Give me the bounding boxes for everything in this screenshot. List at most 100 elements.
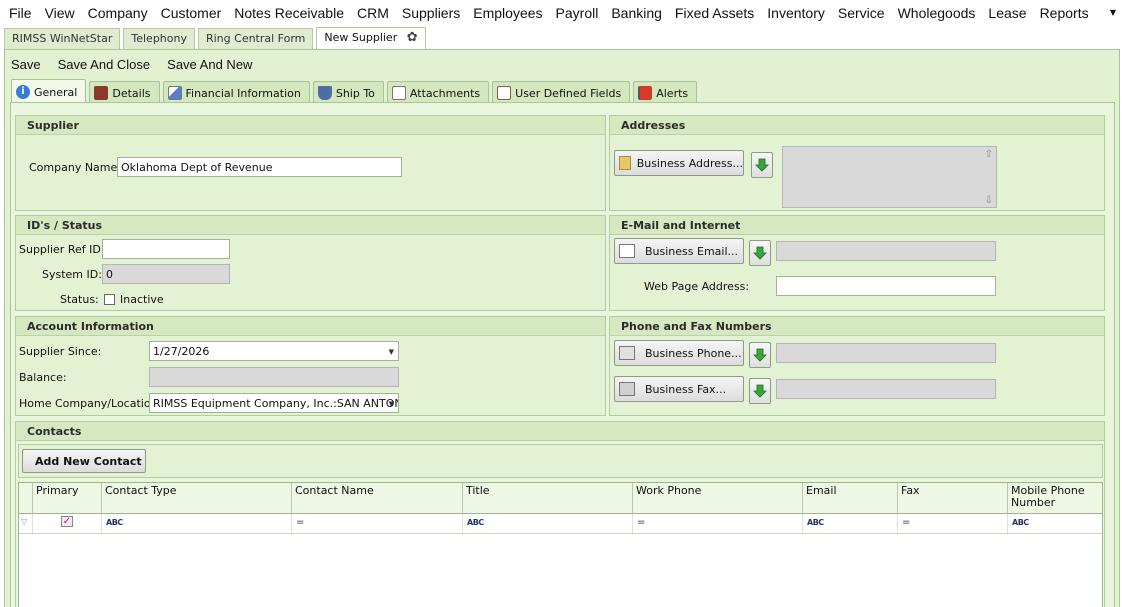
menu-banking[interactable]: Banking: [606, 5, 667, 21]
phone-dropdown-button[interactable]: [749, 342, 771, 368]
menu-notes-receivable[interactable]: Notes Receivable: [229, 5, 349, 21]
supplier-form: Save Save And Close Save And New i Gener…: [4, 49, 1120, 607]
menu-lease[interactable]: Lease: [983, 5, 1031, 21]
chevron-down-icon[interactable]: ▼: [389, 400, 394, 408]
email-internet-group: E-Mail and Internet Business Email... We…: [609, 215, 1105, 311]
contact-name-filter-cell[interactable]: =: [292, 514, 463, 533]
system-id-label: System ID:: [42, 268, 102, 281]
primary-checkbox-cell[interactable]: ✓: [33, 514, 102, 533]
tab-new-supplier[interactable]: New Supplier ✿: [316, 27, 426, 49]
menu-service[interactable]: Service: [833, 5, 890, 21]
column-title[interactable]: Title: [463, 483, 633, 513]
tab-financial-information[interactable]: Financial Information: [162, 81, 310, 102]
web-page-address-input[interactable]: [776, 276, 996, 296]
menu-view[interactable]: View: [40, 5, 80, 21]
contacts-grid-header: Primary Contact Type Contact Name Title …: [19, 483, 1102, 514]
fax-dropdown-button[interactable]: [749, 378, 771, 404]
scroll-down-icon[interactable]: ⇩: [985, 195, 993, 206]
supplier-since-value: 1/27/2026: [153, 345, 210, 358]
menu-suppliers[interactable]: Suppliers: [397, 5, 465, 21]
column-email[interactable]: Email: [803, 483, 898, 513]
menu-employees[interactable]: Employees: [468, 5, 547, 21]
email-dropdown-button[interactable]: [749, 240, 771, 266]
supplier-ref-id-input[interactable]: [102, 239, 230, 259]
column-work-phone[interactable]: Work Phone: [633, 483, 803, 513]
business-phone-label: Business Phone...: [645, 346, 742, 360]
tab-alerts[interactable]: Alerts: [633, 81, 698, 102]
business-phone-button[interactable]: Business Phone...: [614, 340, 744, 366]
column-mobile-phone-number[interactable]: Mobile Phone Number: [1008, 483, 1102, 513]
chevron-down-icon[interactable]: ▼: [389, 348, 394, 356]
tab-details[interactable]: Details: [89, 81, 160, 102]
tab-attachments-label: Attachments: [409, 86, 481, 100]
save-and-new-button[interactable]: Save And New: [167, 57, 252, 75]
menu-reports[interactable]: Reports: [1035, 5, 1094, 21]
account-information-group: Account Information Supplier Since: 1/27…: [15, 316, 606, 416]
mobile-filter-cell[interactable]: ABC: [1008, 514, 1102, 533]
column-primary[interactable]: Primary: [33, 483, 102, 513]
business-fax-button[interactable]: Business Fax...: [614, 376, 744, 402]
scroll-up-icon[interactable]: ⇧: [985, 149, 993, 160]
business-address-button[interactable]: Business Address...: [614, 150, 744, 176]
column-contact-type[interactable]: Contact Type: [102, 483, 292, 513]
contact-type-filter-cell[interactable]: ABC: [102, 514, 292, 533]
home-company-location-select[interactable]: RIMSS Equipment Company, Inc.:SAN ANTON.…: [149, 393, 399, 413]
fax-icon: [619, 382, 635, 396]
close-tab-icon[interactable]: ✿: [407, 31, 418, 44]
tab-alerts-label: Alerts: [656, 86, 689, 100]
tab-telephony[interactable]: Telephony: [123, 28, 195, 49]
inactive-checkbox[interactable]: [104, 294, 115, 305]
text-filter-icon: ABC: [1012, 518, 1029, 527]
tab-ring-central-form[interactable]: Ring Central Form: [197, 28, 314, 49]
account-information-group-title: Account Information: [16, 317, 605, 336]
status-label: Status:: [60, 293, 99, 306]
save-button[interactable]: Save: [11, 57, 41, 75]
tab-attachments[interactable]: Attachments: [386, 81, 490, 102]
menu-file[interactable]: File: [4, 5, 37, 21]
contacts-grid: Primary Contact Type Contact Name Title …: [18, 482, 1103, 607]
business-fax-label: Business Fax...: [645, 382, 727, 396]
supplier-group-title: Supplier: [16, 116, 605, 135]
menu-company[interactable]: Company: [83, 5, 153, 21]
table-row[interactable]: ▽ ✓ ABC = ABC = ABC = ABC: [19, 514, 1102, 534]
menu-overflow-icon[interactable]: ▼: [1110, 8, 1116, 17]
filter-icon[interactable]: ▽: [19, 514, 33, 533]
tab-details-label: Details: [112, 86, 151, 100]
email-internet-group-title: E-Mail and Internet: [610, 216, 1104, 235]
tab-user-defined-fields[interactable]: User Defined Fields: [492, 81, 631, 102]
tab-user-defined-label: User Defined Fields: [515, 86, 622, 100]
menu-inventory[interactable]: Inventory: [762, 5, 830, 21]
tab-financial-label: Financial Information: [185, 86, 301, 100]
menu-fixed-assets[interactable]: Fixed Assets: [670, 5, 759, 21]
work-phone-filter-cell[interactable]: =: [633, 514, 803, 533]
arrow-down-icon: [753, 348, 767, 362]
save-and-close-button[interactable]: Save And Close: [58, 57, 151, 75]
book-icon: [94, 86, 109, 100]
balance-label: Balance:: [19, 371, 67, 384]
fax-filter-cell[interactable]: =: [898, 514, 1008, 533]
arrow-down-icon: [755, 158, 769, 172]
menu-wholegoods[interactable]: Wholegoods: [893, 5, 981, 21]
indicator-column-header: [19, 483, 33, 513]
menu-payroll[interactable]: Payroll: [551, 5, 604, 21]
tab-ship-to[interactable]: Ship To: [312, 81, 384, 102]
title-filter-cell[interactable]: ABC: [463, 514, 633, 533]
address-display[interactable]: ⇧ ⇩: [782, 146, 997, 208]
add-new-contact-button[interactable]: Add New Contact: [22, 449, 146, 473]
equals-filter-icon: =: [637, 517, 646, 528]
document-icon: [391, 86, 406, 100]
address-dropdown-button[interactable]: [751, 152, 773, 178]
business-email-button[interactable]: Business Email...: [614, 238, 744, 264]
menu-crm[interactable]: CRM: [352, 5, 394, 21]
menu-customer[interactable]: Customer: [156, 5, 227, 21]
supplier-since-label: Supplier Since:: [19, 345, 102, 358]
column-contact-name[interactable]: Contact Name: [292, 483, 463, 513]
company-name-input[interactable]: Oklahoma Dept of Revenue: [117, 157, 402, 177]
arrow-down-icon: [753, 246, 767, 260]
text-filter-icon: ABC: [467, 518, 484, 527]
email-filter-cell[interactable]: ABC: [803, 514, 898, 533]
tab-rimss-winnetstar[interactable]: RIMSS WinNetStar: [4, 28, 121, 49]
tab-general[interactable]: i General: [11, 79, 87, 102]
column-fax[interactable]: Fax: [898, 483, 1008, 513]
supplier-since-date-picker[interactable]: 1/27/2026 ▼: [149, 341, 399, 361]
